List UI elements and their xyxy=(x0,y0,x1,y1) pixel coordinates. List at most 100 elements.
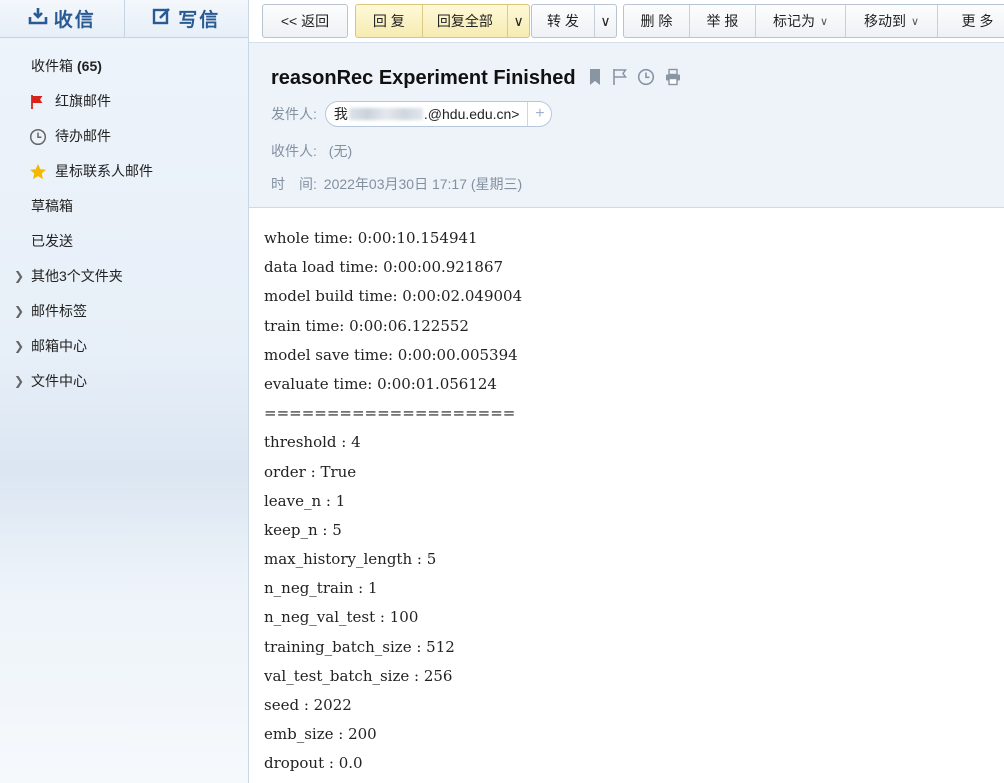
print-icon[interactable] xyxy=(664,68,682,89)
from-row: 发件人: 我 .@hdu.edu.cn> + xyxy=(271,101,553,127)
bookmark-icon[interactable] xyxy=(587,68,603,89)
body-line: evaluate time: 0:00:01.056124 xyxy=(264,374,497,393)
body-line: ==================== xyxy=(264,404,516,423)
flag-icon[interactable] xyxy=(612,68,628,89)
sender-chip[interactable]: 我 .@hdu.edu.cn> + xyxy=(324,101,553,127)
forward-button[interactable]: 转 发 xyxy=(532,5,594,37)
red-flag-icon xyxy=(29,84,45,119)
back-button-group: << 返回 xyxy=(262,4,348,38)
sidebar-item-other-folders[interactable]: ❯ 其他3个文件夹 xyxy=(0,259,248,294)
sidebar-item-label: 星标联系人邮件 xyxy=(55,163,153,179)
sidebar-item-todo[interactable]: 待办邮件 xyxy=(0,119,248,154)
sidebar-item-drafts[interactable]: 草稿箱 xyxy=(0,189,248,224)
sidebar-item-starred-contacts[interactable]: 星标联系人邮件 xyxy=(0,154,248,189)
chevron-right-icon: ❯ xyxy=(14,304,25,318)
mark-as-label: 标记为 xyxy=(772,13,815,29)
body-line: whole time: 0:00:10.154941 xyxy=(264,229,478,247)
body-line: model build time: 0:00:02.049004 xyxy=(264,287,523,306)
more-label: 更 多 xyxy=(961,13,994,29)
reply-dropdown-button[interactable]: ∨ xyxy=(507,5,529,37)
sender-name: 我 xyxy=(333,106,348,122)
sidebar-item-label: 文件中心 xyxy=(31,373,87,389)
sidebar-item-file-center[interactable]: ❯ 文件中心 xyxy=(0,364,248,399)
chevron-down-icon: ∨ xyxy=(600,12,611,29)
sidebar-item-sent[interactable]: 已发送 xyxy=(0,224,248,259)
body-line: dropout : 0.0 xyxy=(264,754,363,773)
delete-button[interactable]: 删 除 xyxy=(624,5,689,37)
add-contact-icon[interactable]: + xyxy=(527,102,551,126)
mark-as-button[interactable]: 标记为 ∨ xyxy=(755,5,845,37)
sidebar-item-flagged[interactable]: 红旗邮件 xyxy=(0,84,248,119)
receive-mail-button[interactable]: 收信 xyxy=(0,0,124,37)
time-value: 2022年03月30日 17:17 (星期三) xyxy=(323,176,523,192)
sidebar-item-label: 其他3个文件夹 xyxy=(31,268,123,284)
unread-count: (65) xyxy=(77,58,102,74)
subject-actions xyxy=(587,68,682,89)
chevron-down-icon: ∨ xyxy=(819,15,829,28)
body-line: training_batch_size : 512 xyxy=(264,637,455,656)
chevron-right-icon: ❯ xyxy=(14,339,25,353)
reply-button[interactable]: 回 复 xyxy=(356,5,422,37)
body-line: n_neg_train : 1 xyxy=(264,579,378,598)
star-icon xyxy=(29,154,47,189)
compose-mail-label: 写信 xyxy=(178,10,221,31)
chevron-right-icon: ❯ xyxy=(14,374,25,388)
body-line: max_history_length : 5 xyxy=(264,550,437,569)
move-to-label: 移动到 xyxy=(863,13,906,29)
sidebar-item-label: 红旗邮件 xyxy=(55,93,111,109)
reply-all-button[interactable]: 回复全部 xyxy=(421,5,507,37)
sidebar: 收信 写信 收件箱 (65) 红旗邮件 待办邮件 星标联系人邮件 草稿箱 已发送… xyxy=(0,0,249,783)
clock-icon xyxy=(29,119,47,154)
mail-toolbar: << 返回 回 复 回复全部 ∨ 转 发 ∨ 删 除 举 报 标记为 ∨ 移动到… xyxy=(249,0,1004,42)
forward-button-group: 转 发 ∨ xyxy=(531,4,617,38)
body-line: data load time: 0:00:00.921867 xyxy=(264,258,504,277)
time-label: 时 间: xyxy=(271,176,317,192)
sidebar-item-label: 邮箱中心 xyxy=(31,338,87,354)
sidebar-item-label: 邮件标签 xyxy=(31,303,87,319)
body-line: n_neg_val_test : 100 xyxy=(264,608,419,627)
chevron-right-icon: ❯ xyxy=(14,269,25,283)
body-line: emb_size : 200 xyxy=(264,725,377,744)
to-label: 收件人: xyxy=(271,143,317,159)
body-line: seed : 2022 xyxy=(264,696,352,714)
redacted-email xyxy=(348,108,423,120)
body-line: train time: 0:00:06.122552 xyxy=(264,316,469,335)
clock-icon[interactable] xyxy=(637,68,655,89)
more-button[interactable]: 更 多 xyxy=(937,5,1004,37)
sidebar-item-inbox[interactable]: 收件箱 (65) xyxy=(0,49,248,84)
report-button[interactable]: 举 报 xyxy=(689,5,755,37)
move-to-button[interactable]: 移动到 ∨ xyxy=(845,5,937,37)
folder-list: 收件箱 (65) 红旗邮件 待办邮件 星标联系人邮件 草稿箱 已发送 ❯ 其他3… xyxy=(0,49,248,399)
body-line: keep_n : 5 xyxy=(264,520,342,539)
back-button[interactable]: << 返回 xyxy=(263,5,347,37)
sidebar-item-label: 已发送 xyxy=(31,233,73,249)
sidebar-item-mailbox-center[interactable]: ❯ 邮箱中心 xyxy=(0,329,248,364)
forward-dropdown-button[interactable]: ∨ xyxy=(594,5,616,37)
to-value: (无) xyxy=(328,143,353,159)
mail-header: reasonRec Experiment Finished 发件人: 我 .@h… xyxy=(249,42,1004,208)
sidebar-item-label: 草稿箱 xyxy=(31,198,73,214)
body-line: leave_n : 1 xyxy=(264,491,346,510)
sidebar-item-label: 待办邮件 xyxy=(55,128,111,144)
actions-button-group: 删 除 举 报 标记为 ∨ 移动到 ∨ 更 多 xyxy=(623,4,1004,38)
body-line: threshold : 4 xyxy=(264,433,361,452)
body-line: order : True xyxy=(264,462,357,481)
reply-button-group: 回 复 回复全部 ∨ xyxy=(355,4,530,38)
body-line: val_test_batch_size : 256 xyxy=(264,666,453,685)
mail-subject: reasonRec Experiment Finished xyxy=(271,67,576,89)
time-row: 时 间: 2022年03月30日 17:17 (星期三) xyxy=(271,174,522,194)
edit-icon xyxy=(152,6,172,32)
sidebar-item-mail-tags[interactable]: ❯ 邮件标签 xyxy=(0,294,248,329)
sidebar-top-actions: 收信 写信 xyxy=(0,0,248,38)
chevron-down-icon: ∨ xyxy=(513,12,524,29)
sidebar-item-label: 收件箱 xyxy=(31,58,73,74)
compose-mail-button[interactable]: 写信 xyxy=(123,0,249,37)
sender-email-suffix: .@hdu.edu.cn> xyxy=(423,106,520,122)
chevron-down-icon: ∨ xyxy=(910,15,920,28)
mail-body: whole time: 0:00:10.154941 data load tim… xyxy=(249,209,1004,783)
body-line: model save time: 0:00:00.005394 xyxy=(264,345,518,364)
to-row: 收件人: (无) xyxy=(271,141,352,161)
receive-mail-label: 收信 xyxy=(53,10,96,31)
download-icon xyxy=(28,6,48,32)
from-label: 发件人: xyxy=(271,106,317,122)
